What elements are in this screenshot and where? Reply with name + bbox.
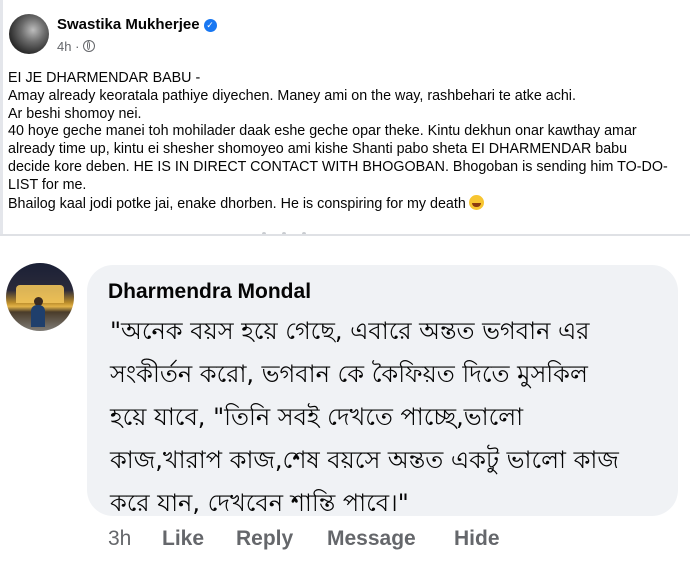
post-author-name[interactable]: Swastika Mukherjee ✓ xyxy=(57,16,217,33)
rolling-laughing-emoji-icon xyxy=(468,194,484,210)
message-button[interactable]: Message xyxy=(327,527,416,551)
post-line: decide kore deben. HE IS IN DIRECT CONTA… xyxy=(8,158,668,175)
commenter-avatar[interactable] xyxy=(6,263,74,331)
post-line: Amay already keoratala pathiye diyechen.… xyxy=(8,87,576,104)
post-author-label[interactable]: Swastika Mukherjee xyxy=(57,16,200,33)
post-line: LIST for me. xyxy=(8,176,87,193)
post-line: EI JE DHARMENDAR BABU - xyxy=(8,70,201,86)
globe-icon xyxy=(83,40,96,52)
comment-line: "অনেক বয়স হয়ে গেছে, এবারে অন্তত ভগবান … xyxy=(110,317,590,345)
post-author-avatar[interactable] xyxy=(9,14,49,54)
comment-author-name[interactable]: Dharmendra Mondal xyxy=(108,280,311,304)
post-line: 40 hoye geche manei toh mohilader daak e… xyxy=(8,123,637,140)
post-last-line: Bhailog kaal jodi potke jai, enake dhorb… xyxy=(8,194,686,214)
verified-badge-icon: ✓ xyxy=(203,19,217,32)
post-line: already time up, kintu ei shesher shomoy… xyxy=(8,141,628,158)
comment-line: সংকীর্তন করো, ভগবান কে কৈফিয়ত দিতে মুসক… xyxy=(110,360,588,388)
comment-line: কাজ,খারাপ কাজ,শেষ বয়সে অন্তত একটু ভালো … xyxy=(110,446,619,474)
hide-button[interactable]: Hide xyxy=(454,527,500,551)
like-button[interactable]: Like xyxy=(162,527,204,551)
post-body: EI JE DHARMENDAR BABU - Amay already keo… xyxy=(8,70,686,213)
comment-line: করে যান, দেখবেন শান্তি পাবে।" xyxy=(110,489,409,517)
comment-timestamp[interactable]: 3h xyxy=(108,527,131,551)
post-meta: 4h · xyxy=(57,39,96,54)
comment-text: "অনেক বয়স হয়ে গেছে, এবারে অন্তত ভগবান … xyxy=(110,310,670,525)
post-divider xyxy=(0,234,690,236)
comment-line: হয়ে যাবে, "তিনি সবই দেখতে পাচ্ছে,ভালো xyxy=(110,403,524,431)
reply-button[interactable]: Reply xyxy=(236,527,293,551)
post-timestamp[interactable]: 4h xyxy=(57,39,71,54)
post-line: Bhailog kaal jodi potke jai, enake dhorb… xyxy=(8,195,466,212)
post-left-border xyxy=(0,0,3,236)
post-line: Ar beshi shomoy nei. xyxy=(8,105,142,122)
post-card: Swastika Mukherjee ✓ 4h · EI JE DHARMENDA… xyxy=(0,0,690,236)
